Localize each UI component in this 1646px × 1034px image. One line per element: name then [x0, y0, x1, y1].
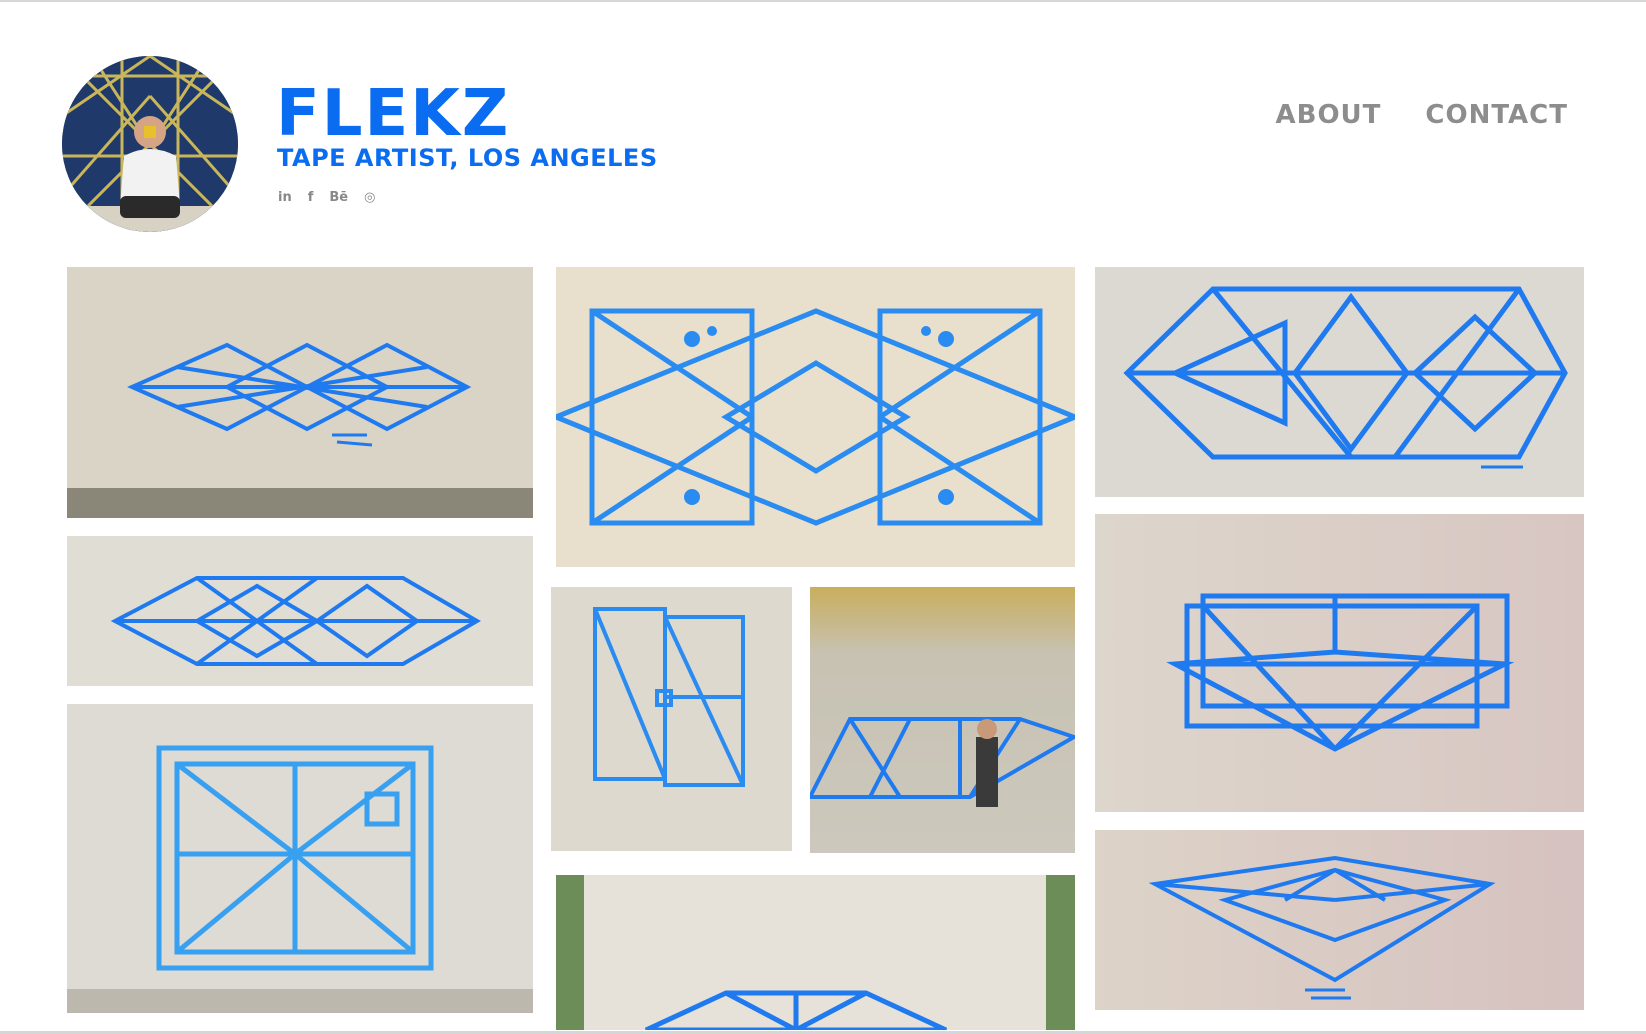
artwork-image	[551, 587, 792, 851]
site-title[interactable]: FLEKZ	[276, 78, 510, 150]
facebook-icon[interactable]: f	[308, 190, 314, 206]
avatar-photo	[62, 56, 238, 232]
artwork-tile[interactable]	[1095, 267, 1584, 497]
linkedin-icon[interactable]: in	[278, 190, 292, 206]
artwork-tile[interactable]	[556, 267, 1075, 567]
artwork-image	[1095, 267, 1584, 497]
main-nav: ABOUT CONTACT	[1276, 100, 1569, 130]
nav-about[interactable]: ABOUT	[1276, 100, 1382, 130]
artwork-tile[interactable]	[1095, 514, 1584, 812]
artwork-image	[1095, 514, 1584, 812]
nav-contact[interactable]: CONTACT	[1425, 100, 1568, 130]
artwork-image	[556, 875, 1075, 1030]
artwork-image	[67, 536, 533, 686]
artwork-tile[interactable]	[810, 587, 1075, 853]
top-border	[0, 0, 1646, 2]
artwork-image	[1095, 830, 1584, 1010]
artwork-tile[interactable]	[67, 267, 533, 518]
artwork-image	[810, 587, 1075, 853]
site-subtitle: TAPE ARTIST, LOS ANGELES	[277, 144, 658, 172]
behance-icon[interactable]: Bē	[329, 190, 348, 206]
social-links: in f Bē ◎	[278, 190, 375, 206]
instagram-icon[interactable]: ◎	[364, 190, 375, 206]
artwork-tile[interactable]	[67, 536, 533, 686]
artwork-tile[interactable]	[1095, 830, 1584, 1010]
artwork-tile[interactable]	[551, 587, 792, 851]
avatar[interactable]	[62, 56, 238, 232]
artwork-image	[556, 267, 1075, 567]
artwork-tile[interactable]	[556, 875, 1075, 1030]
artwork-tile[interactable]	[67, 704, 533, 1013]
artwork-image	[67, 704, 533, 1013]
artwork-image	[67, 267, 533, 518]
